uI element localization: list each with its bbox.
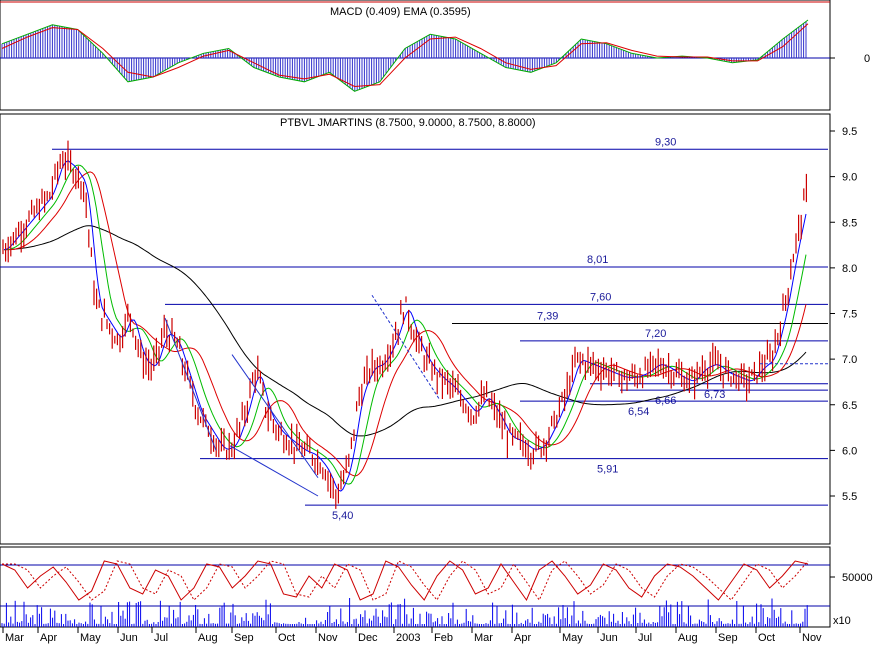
x-tick-label: May (80, 632, 101, 644)
level-label: 9,30 (655, 136, 676, 148)
x-tick-label: Apr (514, 632, 531, 644)
price-tick-label: 9.5 (842, 126, 857, 138)
x-tick-label: Jun (120, 632, 138, 644)
level-label: 5,91 (597, 464, 618, 476)
price-tick-label: 6.5 (842, 400, 857, 412)
x-tick-label: Oct (758, 632, 775, 644)
x-tick-label: Sep (234, 632, 254, 644)
macd-title: MACD (0.409) EMA (0.3595) (330, 6, 471, 18)
price-tick-label: 8.0 (842, 263, 857, 275)
level-label: 5,40 (332, 510, 353, 522)
volume-tick-label: 50000 (842, 572, 873, 584)
price-tick-label: 9.0 (842, 172, 857, 184)
price-tick-label: 7.0 (842, 354, 857, 366)
x-tick-label: Jul (154, 632, 168, 644)
x-tick-label: Dec (358, 632, 378, 644)
price-tick-label: 6.0 (842, 445, 857, 457)
level-label: 7,39 (537, 311, 558, 323)
macd-tick-label: 0 (864, 53, 870, 65)
x-tick-label: Aug (198, 632, 218, 644)
price-tick-label: 7.5 (842, 309, 857, 321)
x-tick-label: Aug (678, 632, 698, 644)
x-tick-label: Mar (5, 632, 24, 644)
level-label: 7,20 (645, 328, 666, 340)
price-tick-label: 5.5 (842, 491, 857, 503)
x-tick-label: Mar (474, 632, 493, 644)
volume-scale-label: x10 (833, 615, 851, 627)
x-tick-label: Feb (434, 632, 453, 644)
x-tick-label: Apr (40, 632, 57, 644)
x-tick-label: Nov (318, 632, 338, 644)
chart-canvas: 9,308,017,607,397,206,736,666,545,915,40… (0, 0, 873, 644)
level-label: 8,01 (587, 254, 608, 266)
x-tick-label: Sep (718, 632, 738, 644)
level-label: 6,54 (628, 406, 649, 418)
volume-panel (0, 546, 831, 628)
x-tick-label: Oct (278, 632, 295, 644)
price-title: PTBVL JMARTINS (8.7500, 9.0000, 8.7500, … (280, 117, 536, 129)
x-tick-label: May (562, 632, 583, 644)
level-label: 7,60 (590, 291, 611, 303)
x-tick-label: 2003 (396, 632, 420, 644)
x-tick-label: Jul (638, 632, 652, 644)
x-tick-label: Nov (802, 632, 822, 644)
x-tick-label: Jun (600, 632, 618, 644)
price-tick-label: 8.5 (842, 217, 857, 229)
